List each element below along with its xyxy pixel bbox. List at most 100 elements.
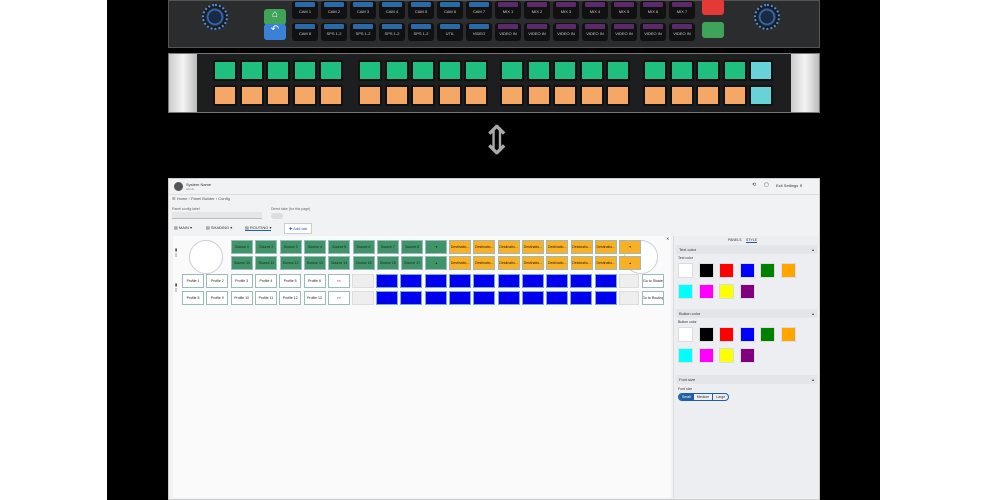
destination-button[interactable]: Destinatio... <box>497 256 520 270</box>
source-button[interactable]: Source 5 <box>328 240 351 254</box>
destination-button[interactable]: Destinatio... <box>570 256 593 270</box>
profile-button[interactable]: Profile 10 <box>230 291 253 305</box>
profile-button[interactable]: Profile 1 <box>182 274 204 288</box>
source-button[interactable]: Source 3 <box>279 240 302 254</box>
source-button[interactable]: Source 11 <box>255 256 278 270</box>
blue-button[interactable] <box>497 274 520 288</box>
go-to-routing-button[interactable]: Go to Routing <box>642 291 664 305</box>
destination-button[interactable]: Destinatio... <box>521 240 544 254</box>
source-button[interactable]: Source 13 <box>303 256 326 270</box>
blue-button[interactable] <box>424 274 447 288</box>
tab-main[interactable]: ▤ MAIN ▾ <box>174 225 192 230</box>
source-button[interactable]: Source 7 <box>376 240 399 254</box>
source-button[interactable]: Source 6 <box>352 240 375 254</box>
blue-button[interactable] <box>546 291 569 305</box>
source-button[interactable]: Source 4 <box>303 240 326 254</box>
source-button[interactable]: Source 1 <box>231 240 253 254</box>
source-button[interactable]: Source 8 <box>401 240 424 254</box>
profile-button[interactable]: Profile 9 <box>206 291 229 305</box>
destination-button[interactable]: Destinatio... <box>546 240 569 254</box>
blue-button[interactable] <box>521 291 544 305</box>
destination-button[interactable]: Destinatio... <box>473 240 496 254</box>
blue-button[interactable] <box>400 274 423 288</box>
go-to-shade-button[interactable]: Go to Shade <box>642 274 664 288</box>
profile-button[interactable]: Profile 3 <box>230 274 253 288</box>
exit-settings-button[interactable]: Exit Settings ✕ <box>776 183 803 188</box>
source-button[interactable]: ▴ <box>425 256 448 270</box>
color-swatch[interactable] <box>780 327 796 342</box>
tab-routing[interactable]: ▤ ROUTING ▾ <box>245 225 272 231</box>
destination-button[interactable]: Destinatio... <box>473 256 496 270</box>
font-size-section[interactable]: Font size ▴ <box>676 375 817 384</box>
crumb-panel-builder[interactable]: Panel Builder <box>191 196 215 201</box>
source-button[interactable]: Source 14 <box>328 256 351 270</box>
save-icon[interactable]: ▢ <box>764 182 769 188</box>
config-label-input[interactable] <box>172 212 262 219</box>
source-button[interactable]: Source 17 <box>401 256 424 270</box>
blue-button[interactable] <box>546 274 569 288</box>
color-swatch[interactable] <box>739 348 755 363</box>
color-swatch[interactable] <box>698 348 714 363</box>
tab-panels[interactable]: PANELS <box>728 238 742 242</box>
blue-button[interactable] <box>594 291 617 305</box>
blue-button[interactable] <box>424 291 447 305</box>
destination-button[interactable]: Destinatio... <box>497 240 520 254</box>
color-swatch[interactable] <box>678 284 693 299</box>
destination-button[interactable]: Destinatio... <box>449 240 471 254</box>
crumb-home[interactable]: Home <box>177 196 188 201</box>
destination-button[interactable]: Destinatio... <box>546 256 569 270</box>
destination-button[interactable]: Destinatio... <box>449 256 471 270</box>
text-color-section[interactable]: Text color ▴ <box>676 245 817 254</box>
profile-button[interactable]: << <box>327 274 350 288</box>
source-button[interactable]: Source 12 <box>279 256 302 270</box>
font-size-large[interactable]: Large <box>713 394 728 400</box>
color-swatch[interactable] <box>678 348 693 363</box>
font-size-small[interactable]: Small <box>679 394 694 400</box>
blue-button[interactable] <box>448 274 471 288</box>
blue-button[interactable] <box>376 291 398 305</box>
color-swatch[interactable] <box>739 284 755 299</box>
color-swatch[interactable] <box>780 263 796 278</box>
color-swatch[interactable] <box>678 327 693 342</box>
source-button[interactable]: Source 16 <box>376 256 399 270</box>
blue-button[interactable] <box>473 291 496 305</box>
destination-button[interactable]: Destinatio... <box>594 256 617 270</box>
color-swatch[interactable] <box>678 263 693 278</box>
color-swatch[interactable] <box>719 327 734 342</box>
source-button[interactable]: Source 2 <box>255 240 278 254</box>
profile-button[interactable]: Profile 5 <box>279 274 302 288</box>
color-swatch[interactable] <box>719 284 734 299</box>
encoder-left[interactable] <box>189 240 223 274</box>
tab-style[interactable]: STYLE <box>746 238 758 243</box>
destination-button[interactable]: ▾ <box>619 240 642 254</box>
color-swatch[interactable] <box>760 327 775 342</box>
source-button[interactable]: Source 15 <box>352 256 375 270</box>
destination-button[interactable]: Destinatio... <box>594 240 617 254</box>
direct-take-toggle[interactable] <box>271 213 283 219</box>
profile-button[interactable]: >> <box>327 291 350 305</box>
profile-button[interactable]: Profile 6 <box>303 274 326 288</box>
blue-button[interactable] <box>521 274 544 288</box>
blue-button[interactable] <box>594 274 617 288</box>
source-button[interactable]: Source 10 <box>231 256 253 270</box>
color-swatch[interactable] <box>760 263 775 278</box>
profile-button[interactable]: Profile 4 <box>254 274 277 288</box>
color-swatch[interactable] <box>739 327 755 342</box>
color-swatch[interactable] <box>698 284 714 299</box>
blue-button[interactable] <box>570 291 593 305</box>
tab-shading[interactable]: ▤ SHADING ▾ <box>206 225 232 230</box>
destination-button[interactable]: Destinatio... <box>521 256 544 270</box>
profile-button[interactable]: Profile 12 <box>279 291 302 305</box>
profile-button[interactable]: Profile 11 <box>254 291 277 305</box>
close-grid-icon[interactable]: ✕ <box>666 236 669 241</box>
blue-button[interactable] <box>473 274 496 288</box>
color-swatch[interactable] <box>698 263 714 278</box>
color-swatch[interactable] <box>719 348 734 363</box>
destination-button[interactable]: ▴ <box>619 256 642 270</box>
blue-button[interactable] <box>497 291 520 305</box>
source-button[interactable]: ▾ <box>425 240 448 254</box>
add-tab-button[interactable]: ✚ Add tab <box>284 223 313 234</box>
button-color-section[interactable]: Button color ▴ <box>676 309 817 318</box>
crumb-config[interactable]: Config <box>218 196 230 201</box>
color-swatch[interactable] <box>698 327 714 342</box>
